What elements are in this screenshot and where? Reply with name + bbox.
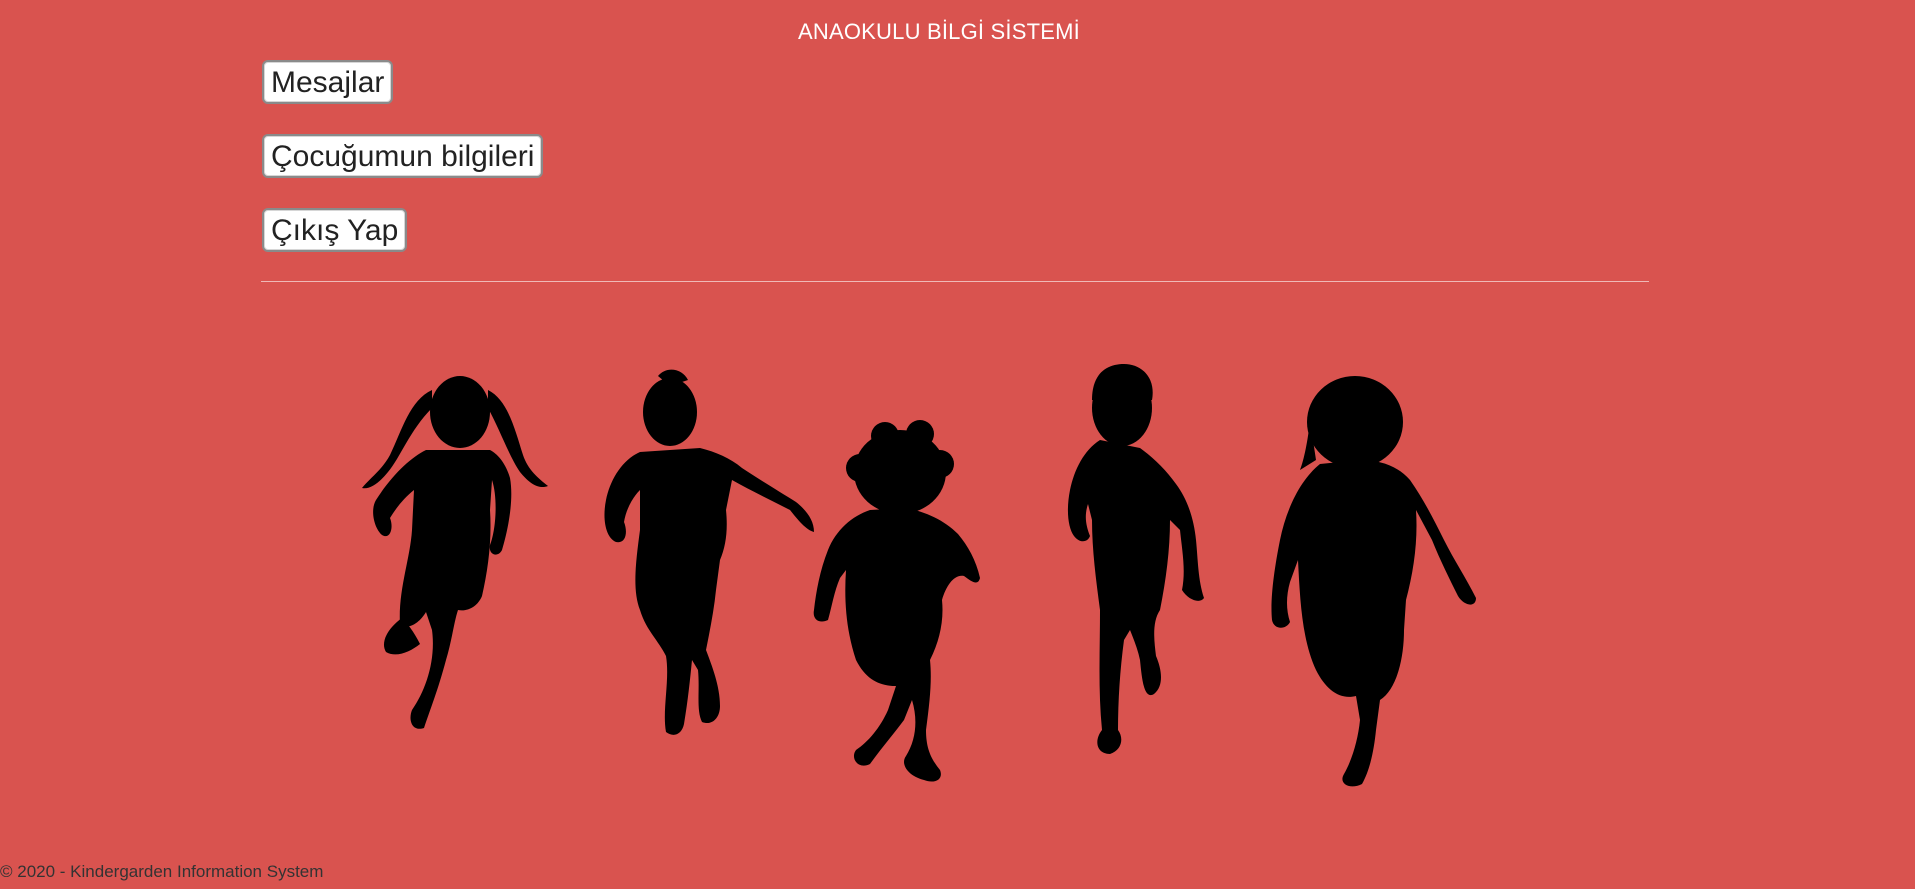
- child-info-button[interactable]: Çocuğumun bilgileri: [262, 134, 544, 178]
- divider: [261, 281, 1649, 282]
- child-silhouette-5: [1271, 376, 1476, 787]
- logout-button[interactable]: Çıkış Yap: [262, 208, 408, 252]
- child-silhouette-3: [813, 420, 980, 782]
- child-silhouette-4: [1067, 364, 1204, 754]
- footer-copyright: © 2020 - Kindergarden Information System: [0, 862, 324, 881]
- page-title: ANAOKULU BİLGİ SİSTEMİ: [798, 19, 1080, 44]
- child-silhouette-2: [604, 369, 814, 735]
- running-children-illustration: [362, 364, 1476, 787]
- messages-button[interactable]: Mesajlar: [262, 60, 394, 104]
- child-silhouette-1: [362, 376, 548, 729]
